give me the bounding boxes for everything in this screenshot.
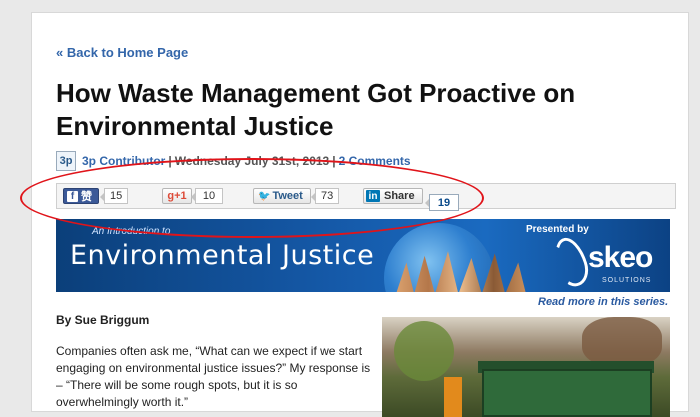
facebook-like-button[interactable]: f 赞 [63,188,99,204]
read-more-series-link[interactable]: Read more in this series. [538,296,668,308]
presented-by-label: Presented by [526,224,589,235]
facebook-count: 15 [99,188,129,204]
linkedin-icon: in [366,190,380,202]
byline-separator: | [332,154,336,168]
photo-dumpster [482,369,652,417]
publish-date: Wednesday July 31st, 2013 [174,154,330,168]
byline-separator: | [168,154,172,168]
dumpster-photo [382,317,670,417]
article-page: « Back to Home Page How Waste Management… [31,12,689,417]
linkedin-share-button[interactable]: in Share [363,188,423,204]
banner-intro: An Introduction to [92,226,171,237]
social-share-bar: f 赞 15 g+1 10 🐦 Tweet 73 in Share 19 [56,183,676,211]
contributor-link[interactable]: 3p Contributor [82,154,165,168]
banner-heading: Environmental Justice [70,240,375,271]
series-banner[interactable]: An Introduction to Environmental Justice… [56,219,670,292]
back-to-home-link[interactable]: « Back to Home Page [56,45,188,60]
article-body: Companies often ask me, “What can we exp… [56,344,371,409]
skeo-brand: skeo [588,241,653,274]
comments-link[interactable]: 2 Comments [339,154,411,168]
skeo-logo-icon [549,233,593,291]
twitter-bird-icon: 🐦 [258,190,271,202]
photo-tree [582,317,662,367]
tweet-label: Tweet [272,190,303,202]
photo-barrel [444,377,462,417]
byline: 3p 3p Contributor | Wednesday July 31st,… [56,150,411,172]
facebook-icon: f [67,190,78,202]
tweet-button[interactable]: 🐦 Tweet [253,188,311,204]
google-plus-button[interactable]: g+1 [162,188,192,204]
facebook-like-label: 赞 [81,191,92,203]
article-author: By Sue Briggum [56,313,150,327]
google-plus-count: 10 [191,188,223,204]
linkedin-share-label: Share [384,190,415,202]
photo-tree [394,321,454,381]
linkedin-count: 19 [425,194,459,211]
article-title: How Waste Management Got Proactive on En… [56,78,576,141]
skeo-brand-sub: SOLUTIONS [602,277,652,284]
contributor-logo-icon: 3p [56,151,76,171]
tweet-count: 73 [310,188,340,204]
